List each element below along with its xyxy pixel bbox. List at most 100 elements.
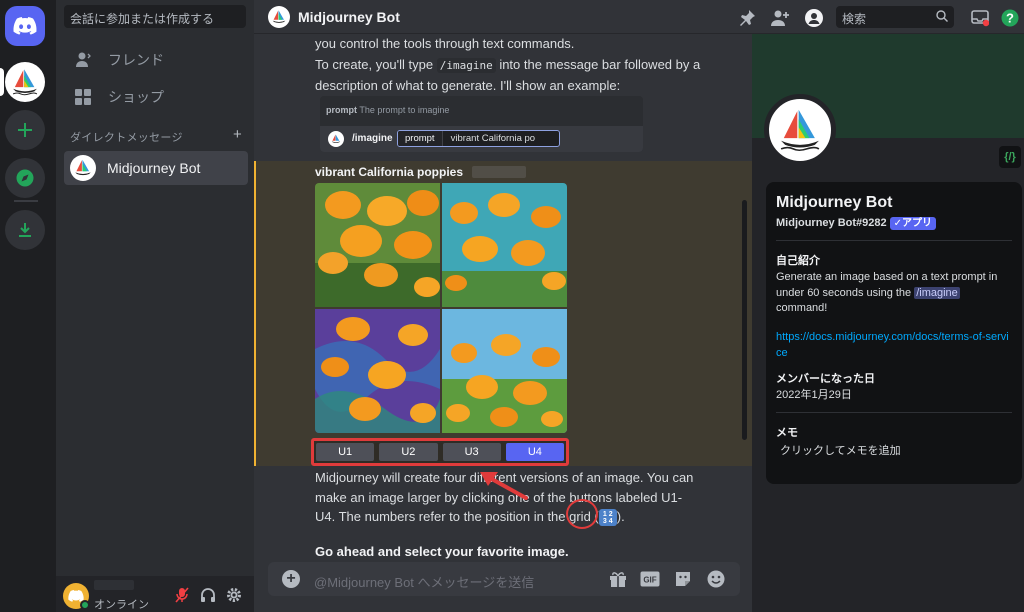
u1-button[interactable]: U1 [316, 443, 375, 461]
message-text: you control the tools through text comma… [315, 36, 575, 51]
download-apps-button[interactable] [5, 210, 45, 250]
poppy-image-4[interactable] [442, 309, 567, 433]
prompt-example-box: prompt The prompt to imagine /imagine pr… [320, 96, 643, 152]
memo-heading: メモ [776, 427, 798, 439]
chat-header: Midjourney Bot 検索 ? [254, 0, 1024, 34]
add-friend-to-dm-icon[interactable] [770, 8, 790, 28]
svg-text:GIF: GIF [643, 576, 656, 585]
image-grid[interactable] [315, 183, 567, 433]
avatar [268, 6, 290, 28]
prompt-option-label: prompt [326, 105, 357, 115]
inline-code: /imagine [436, 58, 496, 73]
message-text: To create, you'll type /imagine into the… [315, 55, 715, 95]
prompt-hint: prompt The prompt to imagine [326, 105, 449, 115]
midjourney-server-icon[interactable] [5, 62, 45, 102]
message-text-part: ). [616, 509, 625, 524]
dm-sidebar: 会話に参加または作成する フレンド ショップ ダイレクトメッセージ + Midj… [56, 0, 254, 612]
compass-icon [16, 169, 34, 187]
grid-badge-bottom: 3 4 [602, 517, 613, 525]
about-text-part: command! [776, 302, 828, 314]
chat-scrollbar[interactable] [742, 200, 747, 440]
about-command[interactable]: /imagine [914, 286, 960, 299]
member-since-date: 2022年1月29日 [776, 389, 852, 401]
message-text: Go ahead and select your favorite image. [315, 544, 569, 559]
friends-icon [74, 51, 92, 69]
about-text-part: Generate an image based on a text prompt… [776, 271, 998, 299]
server-rail [0, 0, 56, 612]
avatar [328, 131, 344, 147]
sailboat-icon [780, 109, 820, 152]
upscale-buttons-group: U1 U2 U3 U4 [311, 438, 569, 466]
dm-section-header: ダイレクトメッセージ + [70, 127, 242, 145]
create-dm-plus-icon[interactable]: + [233, 127, 242, 145]
u3-button[interactable]: U3 [442, 443, 501, 461]
prompt-command-row: /imagine prompt vibrant California po [320, 126, 643, 152]
sidebar-item-friends[interactable]: フレンド [64, 44, 248, 76]
plus-icon [18, 123, 32, 137]
about-heading: 自己紹介 [776, 255, 820, 267]
terms-link[interactable]: https://docs.midjourney.com/docs/terms-o… [776, 330, 1012, 361]
message-input[interactable]: @Midjourney Bot へメッセージを送信 [314, 572, 534, 591]
u2-button[interactable]: U2 [379, 443, 438, 461]
inbox-icon[interactable] [970, 8, 990, 28]
discord-logo-icon [13, 17, 37, 35]
sticker-icon[interactable] [673, 570, 693, 588]
profile-card: Midjourney Bot Midjourney Bot#9282 ✓アプリ 自… [766, 182, 1022, 484]
dm-item-midjourney-bot[interactable]: Midjourney Bot [64, 151, 248, 185]
sailboat-icon [12, 69, 38, 96]
divider [776, 240, 1012, 241]
profile-tag: Midjourney Bot#9282 ✓アプリ [776, 214, 937, 230]
mute-mic-icon[interactable] [174, 587, 190, 603]
memo-input[interactable]: クリックしてメモを追加 [780, 444, 1016, 460]
add-server-button[interactable] [5, 110, 45, 150]
poppy-image-1[interactable] [315, 183, 440, 307]
explore-servers-button[interactable] [5, 158, 45, 198]
svg-text:?: ? [1006, 11, 1014, 26]
profile-avatar[interactable] [764, 94, 836, 166]
supports-commands-badge[interactable]: {/} [999, 146, 1021, 168]
find-conversation-input[interactable]: 会話に参加または作成する [64, 5, 246, 28]
prompt-option-hint: The prompt to imagine [359, 105, 450, 115]
prompt-field-value: vibrant California po [450, 133, 536, 144]
bot-message-highlight: vibrant California poppies U1 U2 U3 U4 [254, 161, 752, 466]
annotation-circle [566, 499, 598, 529]
divider [776, 412, 1012, 413]
attach-plus-button[interactable]: + [282, 570, 300, 588]
gift-icon[interactable] [608, 570, 628, 588]
about-text: Generate an image based on a text prompt… [776, 270, 1012, 317]
emoji-icon[interactable] [706, 570, 726, 588]
sidebar-item-shop[interactable]: ショップ [64, 81, 248, 113]
user-profile-toggle-icon[interactable] [804, 8, 824, 28]
command-name: /imagine [352, 133, 393, 144]
gif-icon[interactable]: GIF [640, 570, 660, 588]
u4-button[interactable]: U4 [505, 443, 564, 461]
discord-home-button[interactable] [5, 6, 45, 46]
search-input[interactable]: 検索 [836, 6, 954, 28]
sailboat-icon [272, 10, 286, 23]
poppy-image-3[interactable] [315, 309, 440, 433]
chat-area: you control the tools through text comma… [254, 34, 752, 612]
sailboat-icon [331, 134, 341, 143]
member-since-heading: メンバーになった日 [776, 373, 875, 385]
online-status-dot [80, 600, 90, 610]
active-indicator [0, 68, 4, 96]
profile-username: Midjourney Bot#9282 [776, 217, 887, 229]
dm-item-label: Midjourney Bot [107, 160, 201, 176]
settings-gear-icon[interactable] [226, 587, 242, 603]
page-title: Midjourney Bot [298, 9, 400, 25]
message-composer[interactable]: + @Midjourney Bot へメッセージを送信 GIF [268, 562, 740, 596]
search-placeholder: 検索 [842, 12, 867, 26]
rail-separator [14, 200, 38, 202]
grid-position-emoji: 1 23 4 [598, 509, 617, 527]
pin-icon[interactable] [737, 8, 757, 28]
grid-badge-top: 1 2 [602, 510, 613, 518]
help-icon[interactable]: ? [1000, 8, 1020, 28]
app-badge: ✓アプリ [889, 217, 937, 230]
dm-section-title: ダイレクトメッセージ [70, 132, 183, 144]
prompt-field-name: prompt [398, 131, 443, 146]
sailboat-icon [75, 159, 91, 176]
user-status-text: オンライン [94, 599, 149, 611]
headphones-icon[interactable] [200, 587, 216, 603]
poppy-image-2[interactable] [442, 183, 567, 307]
user-panel: オンライン [56, 576, 254, 612]
